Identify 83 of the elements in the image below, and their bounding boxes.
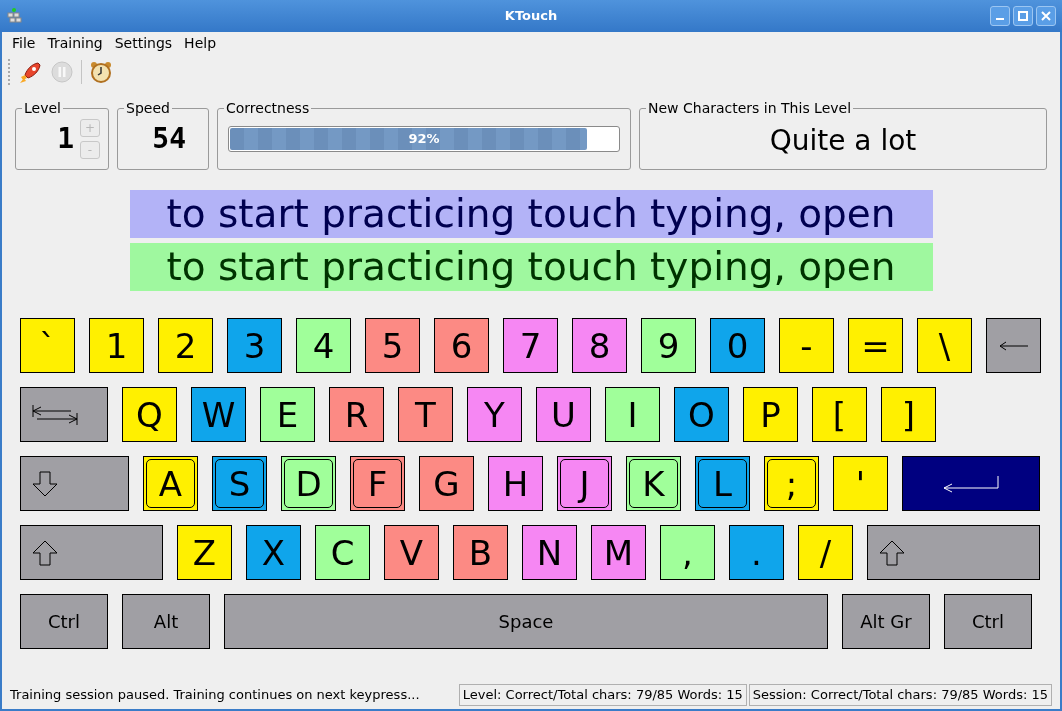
- maximize-icon: [1018, 11, 1028, 21]
- key: ': [833, 456, 888, 511]
- key: L: [695, 456, 750, 511]
- key: S: [212, 456, 267, 511]
- level-stats: Level: Correct/Total chars: 79/85 Words: 15: [458, 684, 747, 706]
- key: 8: [572, 318, 627, 373]
- key: `: [20, 318, 75, 373]
- key: H: [488, 456, 543, 511]
- key: W: [191, 387, 246, 442]
- key: 4: [296, 318, 351, 373]
- key: 6: [434, 318, 489, 373]
- key: P: [743, 387, 798, 442]
- close-icon: [1041, 11, 1051, 21]
- modifier-key: Ctrl: [20, 594, 108, 649]
- modifier-key: Ctrl: [944, 594, 1032, 649]
- progress-text: 92%: [407, 130, 441, 149]
- key: =: [848, 318, 903, 373]
- key: J: [557, 456, 612, 511]
- minimize-button[interactable]: [990, 6, 1010, 26]
- down-arrow-icon: [31, 469, 59, 498]
- key: A: [143, 456, 198, 511]
- key: V: [384, 525, 439, 580]
- window-title: KTouch: [504, 7, 558, 26]
- space-key: Space: [224, 594, 828, 649]
- key: 1: [89, 318, 144, 373]
- clock-button[interactable]: [88, 59, 114, 85]
- key: B: [453, 525, 508, 580]
- key: 5: [365, 318, 420, 373]
- key: O: [674, 387, 729, 442]
- group-label: Speed: [124, 99, 172, 117]
- key: 0: [710, 318, 765, 373]
- key: 9: [641, 318, 696, 373]
- key: F: [350, 456, 405, 511]
- pause-icon: [50, 60, 74, 84]
- menu-item[interactable]: Help: [178, 32, 223, 54]
- new-characters-text: Quite a lot: [769, 123, 917, 159]
- speed-display: 54: [152, 121, 186, 157]
- up-arrow-icon: [31, 538, 59, 567]
- key: -: [779, 318, 834, 373]
- modifier-key: Alt: [122, 594, 210, 649]
- menu-item[interactable]: Training: [41, 32, 109, 54]
- tab-arrows-icon: [31, 402, 79, 427]
- key: ,: [660, 525, 715, 580]
- key: E: [260, 387, 315, 442]
- key: I: [605, 387, 660, 442]
- level-display: 1: [57, 121, 74, 157]
- key: 7: [503, 318, 558, 373]
- key: Z: [177, 525, 232, 580]
- key: U: [536, 387, 591, 442]
- key: N: [522, 525, 577, 580]
- key: [: [812, 387, 867, 442]
- key: M: [591, 525, 646, 580]
- maximize-button[interactable]: [1013, 6, 1033, 26]
- menu-item[interactable]: File: [6, 32, 42, 54]
- key: /: [798, 525, 853, 580]
- backspace-arrow-icon: [998, 339, 1029, 352]
- key: Y: [467, 387, 522, 442]
- app-icon: [6, 7, 24, 25]
- key: ]: [881, 387, 936, 442]
- key: \: [917, 318, 972, 373]
- alarm-clock-icon: [89, 60, 113, 84]
- key: C: [315, 525, 370, 580]
- status-message: Training session paused. Training continues on next keypress...: [10, 686, 421, 705]
- key: ;: [764, 456, 819, 511]
- modifier-key: Alt Gr: [842, 594, 930, 649]
- rocket-button[interactable]: [17, 59, 43, 85]
- key: K: [626, 456, 681, 511]
- return-arrow-icon: [942, 473, 1000, 494]
- key: D: [281, 456, 336, 511]
- session-stats: Session: Correct/Total chars: 79/85 Words: 15: [748, 684, 1052, 706]
- up-arrow-icon: [878, 538, 906, 567]
- rocket-icon: [18, 60, 42, 84]
- key: R: [329, 387, 384, 442]
- key: Q: [122, 387, 177, 442]
- close-button[interactable]: [1036, 6, 1056, 26]
- key: 2: [158, 318, 213, 373]
- key: G: [419, 456, 474, 511]
- key: T: [398, 387, 453, 442]
- minimize-icon: [996, 18, 1004, 20]
- key: X: [246, 525, 301, 580]
- menu-item[interactable]: Settings: [108, 32, 179, 54]
- key: 3: [227, 318, 282, 373]
- key: .: [729, 525, 784, 580]
